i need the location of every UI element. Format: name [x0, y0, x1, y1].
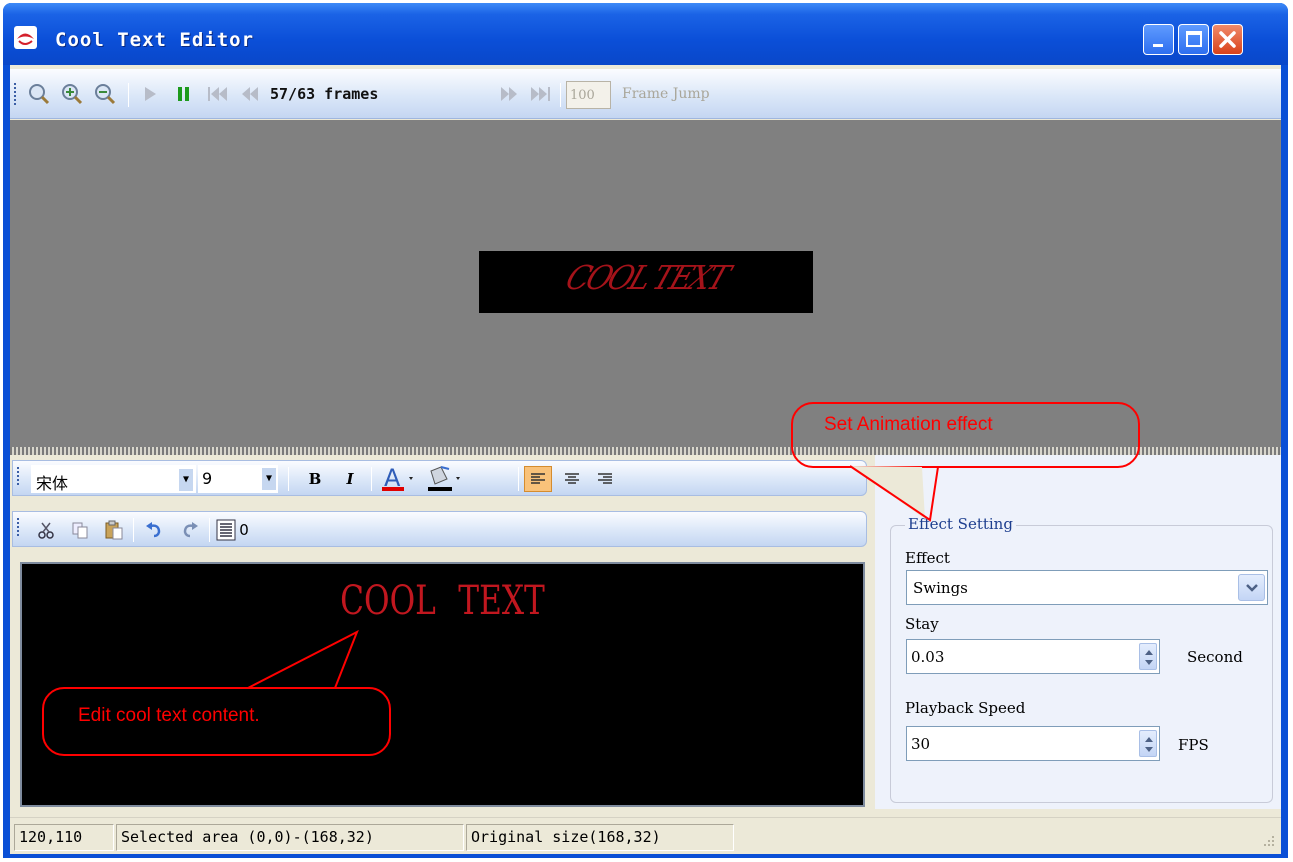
- resize-grip-icon[interactable]: [1261, 833, 1275, 847]
- paint-bucket-icon: [428, 466, 460, 491]
- stay-label: Stay: [905, 615, 939, 633]
- italic-button[interactable]: I: [338, 466, 362, 492]
- cut-button[interactable]: [33, 517, 59, 543]
- frame-jump-input[interactable]: [566, 81, 611, 109]
- toolbar-grip[interactable]: [17, 518, 20, 538]
- stay-value: 0.03: [911, 648, 945, 666]
- copy-button[interactable]: [67, 517, 93, 543]
- font-color-button[interactable]: A: [378, 465, 418, 492]
- font-family-select[interactable]: 宋体 ▼: [31, 465, 196, 493]
- redo-button[interactable]: [177, 517, 203, 543]
- pause-icon: [178, 87, 189, 101]
- background-color-button[interactable]: [423, 466, 465, 492]
- status-bar: 120,110 Selected area (0,0)-(168,32) Ori…: [10, 817, 1281, 854]
- minimize-icon: [1153, 44, 1163, 47]
- maximize-icon: [1186, 31, 1202, 47]
- align-center-icon: [565, 473, 579, 484]
- window-title: Cool Text Editor: [55, 29, 255, 51]
- group-title: Effect Setting: [905, 515, 1016, 533]
- bold-button[interactable]: B: [303, 466, 327, 492]
- align-right-button[interactable]: [592, 466, 618, 492]
- maximize-button[interactable]: [1178, 24, 1209, 55]
- align-center-button[interactable]: [559, 466, 585, 492]
- animation-callout-text: Set Animation effect: [824, 414, 993, 435]
- redo-icon: [183, 522, 198, 538]
- stay-spinbox[interactable]: 0.03: [906, 639, 1160, 674]
- chevron-down-icon: [1238, 574, 1265, 601]
- skip-start-icon: [208, 87, 227, 101]
- align-right-icon: [598, 473, 612, 484]
- undo-icon: [146, 522, 161, 538]
- fast-forward-icon: [501, 87, 517, 101]
- last-frame-button[interactable]: [526, 79, 554, 109]
- minimize-button[interactable]: [1143, 24, 1174, 55]
- edit-callout-text: Edit cool text content.: [78, 705, 260, 726]
- effect-select[interactable]: Swings: [906, 570, 1268, 605]
- align-left-button[interactable]: [524, 466, 552, 492]
- next-frame-button[interactable]: [495, 79, 523, 109]
- stay-unit: Second: [1187, 648, 1243, 666]
- status-cursor: 120,110: [14, 824, 114, 851]
- rewind-icon: [242, 87, 258, 101]
- frame-counter: 57/63 frames: [270, 85, 379, 103]
- edit-toolbar: 0: [12, 511, 867, 547]
- spin-arrows-icon[interactable]: [1139, 730, 1157, 757]
- copy-icon: [72, 522, 88, 539]
- app-icon: [14, 26, 37, 49]
- status-original-size: Original size(168,32): [466, 824, 734, 851]
- pause-button[interactable]: [170, 79, 198, 109]
- playback-speed-unit: FPS: [1178, 736, 1209, 754]
- playback-toolbar: 57/63 frames Frame Jump: [10, 69, 1281, 119]
- font-color-icon: A: [382, 465, 413, 492]
- status-selected-area: Selected area (0,0)-(168,32): [116, 824, 464, 851]
- effect-value: Swings: [913, 579, 968, 597]
- chevron-down-icon: ▼: [179, 469, 193, 491]
- zoom-out-button[interactable]: [90, 79, 120, 109]
- effect-label: Effect: [905, 549, 950, 567]
- play-button[interactable]: [136, 79, 164, 109]
- playback-speed-value: 30: [911, 735, 931, 753]
- zoom-fit-button[interactable]: [24, 79, 54, 109]
- line-spacing-button[interactable]: [215, 517, 237, 543]
- preview-area: COOL TEXT: [10, 120, 1281, 447]
- preview-canvas: COOL TEXT: [479, 251, 813, 313]
- undo-button[interactable]: [141, 517, 167, 543]
- previous-frame-button[interactable]: [236, 79, 264, 109]
- playback-speed-label: Playback Speed: [905, 699, 1026, 717]
- frame-jump-button[interactable]: Frame Jump: [622, 86, 710, 102]
- skip-end-icon: [531, 87, 550, 101]
- play-icon: [145, 87, 156, 101]
- line-spacing-icon: [216, 519, 236, 541]
- close-icon: [1219, 31, 1236, 48]
- line-spacing-value: 0: [239, 521, 249, 539]
- align-left-icon: [531, 473, 545, 484]
- zoom-in-icon: [62, 84, 83, 105]
- playback-speed-spinbox[interactable]: 30: [906, 726, 1160, 761]
- settings-panel: Effect Setting Effect Swings Stay 0.03 S…: [875, 455, 1281, 809]
- close-button[interactable]: [1212, 24, 1243, 55]
- first-frame-button[interactable]: [204, 79, 232, 109]
- paste-button[interactable]: [101, 517, 127, 543]
- editor-content: COOL TEXT: [340, 578, 545, 624]
- spin-arrows-icon[interactable]: [1139, 643, 1157, 670]
- chevron-down-icon: ▼: [262, 468, 276, 490]
- paste-icon: [105, 520, 123, 540]
- magnifier-icon: [29, 84, 50, 105]
- title-bar[interactable]: Cool Text Editor: [3, 3, 1288, 65]
- font-size-select[interactable]: 9 ▼: [198, 465, 278, 493]
- zoom-in-button[interactable]: [57, 79, 87, 109]
- font-family-value: 宋体: [36, 474, 69, 493]
- zoom-out-icon: [95, 84, 116, 105]
- preview-text: COOL TEXT: [556, 259, 736, 298]
- format-toolbar: 宋体 ▼ 9 ▼ B I A: [12, 460, 867, 496]
- font-size-value: 9: [202, 469, 213, 488]
- text-editor[interactable]: COOL TEXT: [20, 562, 865, 807]
- toolbar-grip[interactable]: [14, 83, 17, 107]
- toolbar-grip[interactable]: [17, 467, 20, 487]
- scissors-icon: [38, 522, 54, 539]
